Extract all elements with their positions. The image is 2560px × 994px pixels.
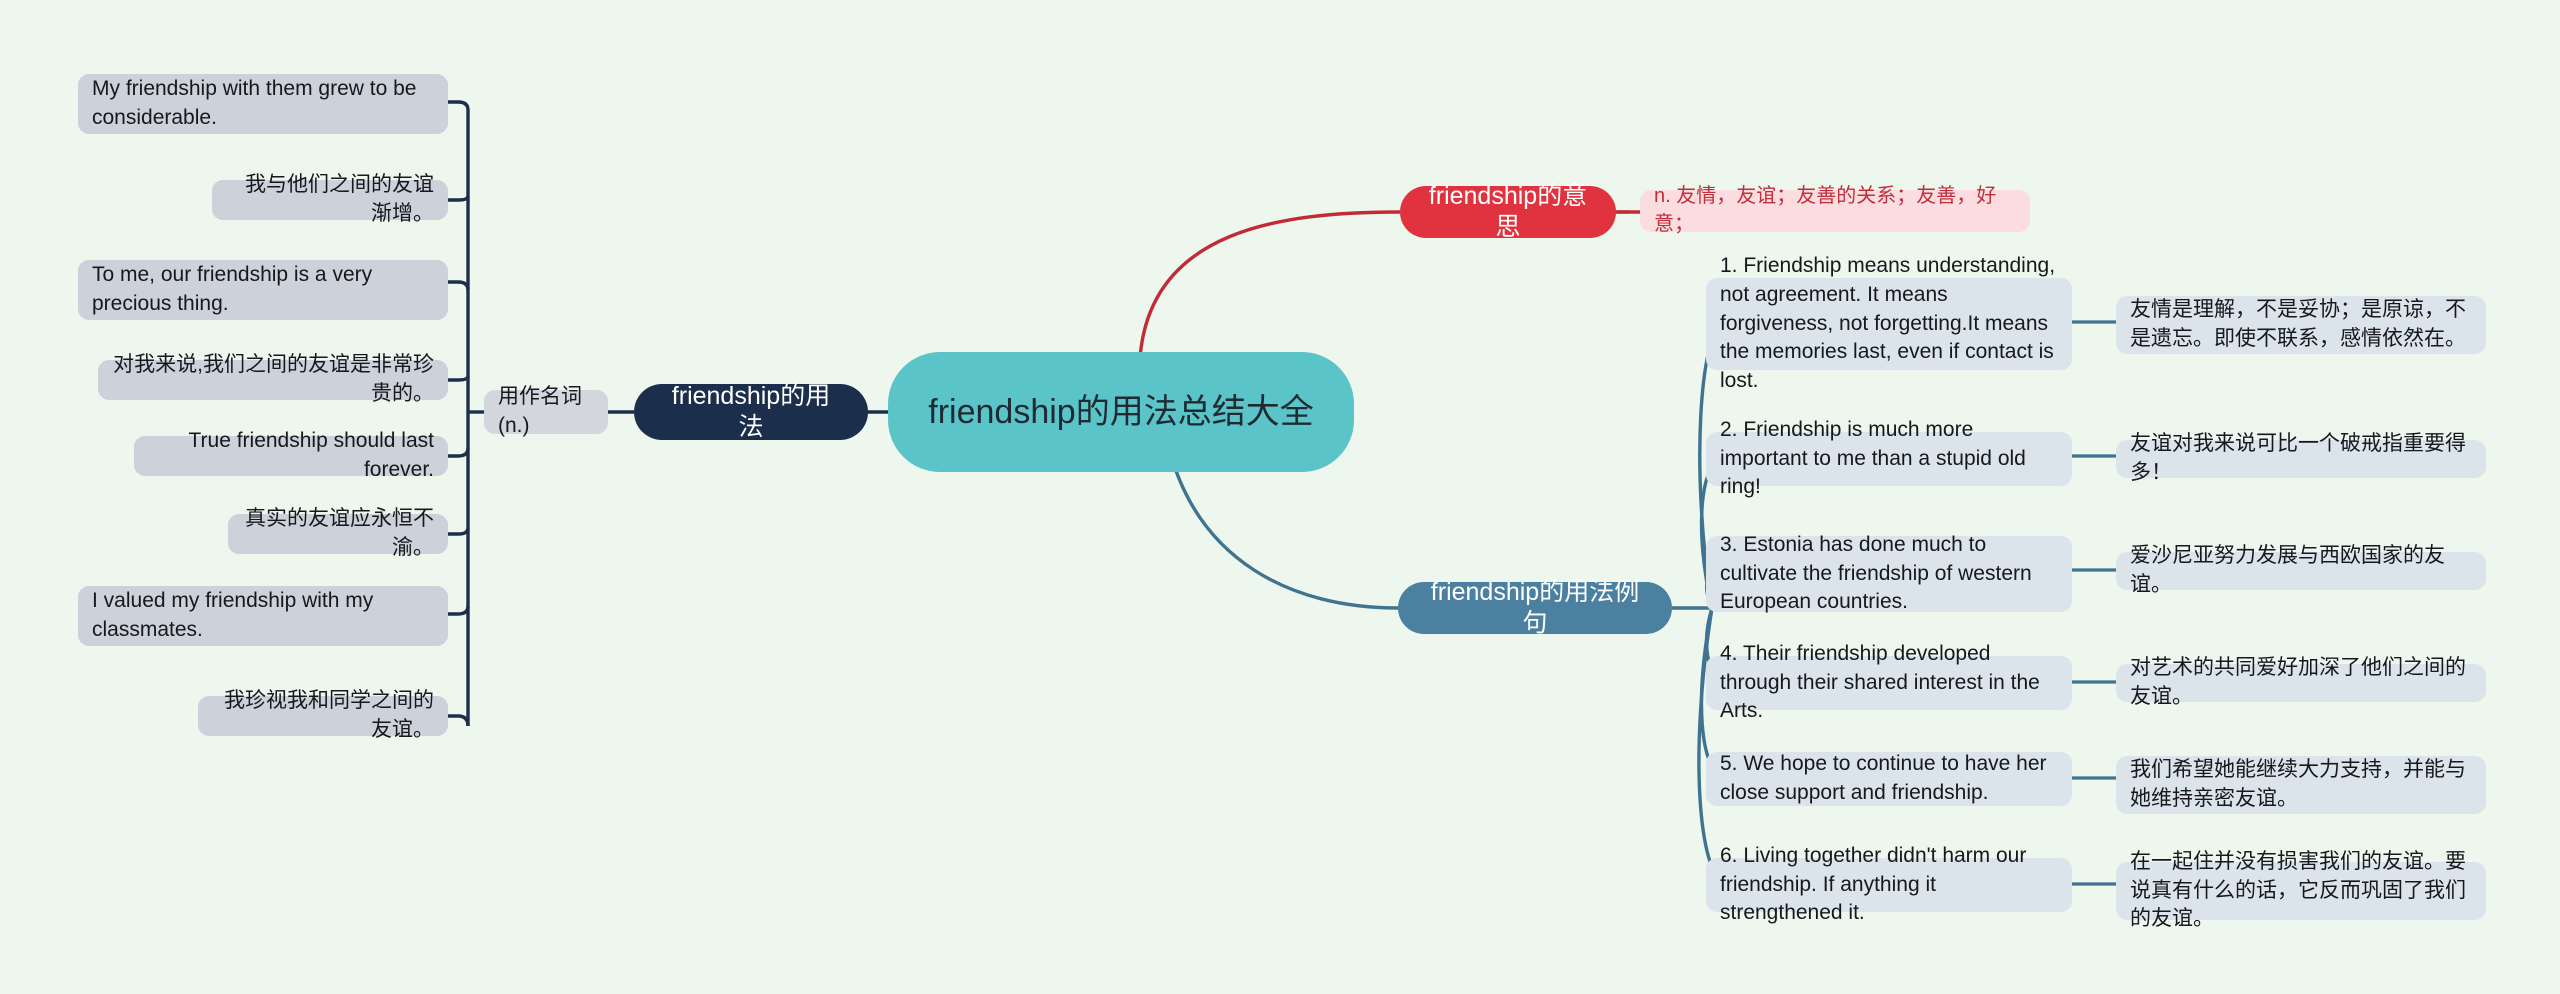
wire-usage-item-4-en	[448, 605, 470, 616]
wire-root-to-meaning	[1138, 210, 1401, 359]
root-node[interactable]: friendship的用法总结大全	[888, 352, 1354, 472]
wire-usage-item-1-zh	[448, 195, 470, 202]
example-2-en[interactable]: 2. Friendship is much more important to …	[1706, 418, 2072, 498]
example-3-en[interactable]: 3. Estonia has done much to cultivate th…	[1706, 533, 2072, 613]
usage-item-2-zh[interactable]: 对我来说,我们之间的友谊是非常珍贵的。	[98, 353, 448, 405]
example-6-zh[interactable]: 在一起住并没有损害我们的友谊。要说真有什么的话，它反而巩固了我们的友谊。	[2116, 850, 2486, 930]
example-4-zh[interactable]: 对艺术的共同爱好加深了他们之间的友谊。	[2116, 656, 2486, 708]
branch-node-meaning[interactable]: friendship的意思	[1400, 182, 1616, 241]
usage-item-4-en[interactable]: I valued my friendship with my classmate…	[78, 586, 448, 646]
wire-usage-item-3-en	[448, 447, 470, 458]
wire-root-to-examples	[1168, 451, 1399, 610]
branch-node-usage[interactable]: friendship的用法	[634, 382, 868, 441]
wire-usage-item-3-zh	[448, 527, 470, 536]
example-5-zh[interactable]: 我们希望她能继续大力支持，并能与她维持亲密友谊。	[2116, 756, 2486, 814]
meaning-definition[interactable]: n. 友情，友谊；友善的关系；友善，好意；	[1640, 185, 2030, 235]
usage-item-3-en[interactable]: True friendship should last forever.	[134, 429, 448, 481]
example-4-en[interactable]: 4. Their friendship developed through th…	[1706, 642, 2072, 722]
branch-node-examples[interactable]: friendship的用法例句	[1398, 578, 1672, 637]
example-1-en[interactable]: 1. Friendship means understanding, not a…	[1706, 254, 2072, 392]
example-2-zh[interactable]: 友谊对我来说可比一个破戒指重要得多！	[2116, 432, 2486, 484]
usage-item-3-zh[interactable]: 真实的友谊应永恒不渝。	[228, 507, 448, 559]
connector-lines	[448, 100, 2116, 886]
example-3-zh[interactable]: 爱沙尼亚努力发展与西欧国家的友谊。	[2116, 544, 2486, 596]
wire-usage-item-4-zh	[448, 714, 470, 727]
example-1-zh[interactable]: 友情是理解，不是妥协；是原谅，不是遗忘。即使不联系，感情依然在。	[2116, 296, 2486, 354]
usage-item-4-zh[interactable]: 我珍视我和同学之间的友谊。	[198, 689, 448, 741]
wire-usage-item-2-en	[448, 280, 470, 291]
usage-item-1-en[interactable]: My friendship with them grew to be consi…	[78, 74, 448, 134]
usage-item-2-en[interactable]: To me, our friendship is a very precious…	[78, 260, 448, 320]
wire-usage-item-1-en	[448, 100, 470, 111]
wire-usage-item-2-zh	[448, 375, 470, 382]
usage-tag-noun[interactable]: 用作名词(n.)	[484, 385, 608, 437]
mindmap-canvas: friendship的用法总结大全 friendship的用法 用作名词(n.)…	[0, 0, 2560, 994]
example-5-en[interactable]: 5. We hope to continue to have her close…	[1706, 752, 2072, 806]
example-6-en[interactable]: 6. Living together didn't harm our frien…	[1706, 844, 2072, 924]
usage-item-1-zh[interactable]: 我与他们之间的友谊渐增。	[212, 173, 448, 225]
